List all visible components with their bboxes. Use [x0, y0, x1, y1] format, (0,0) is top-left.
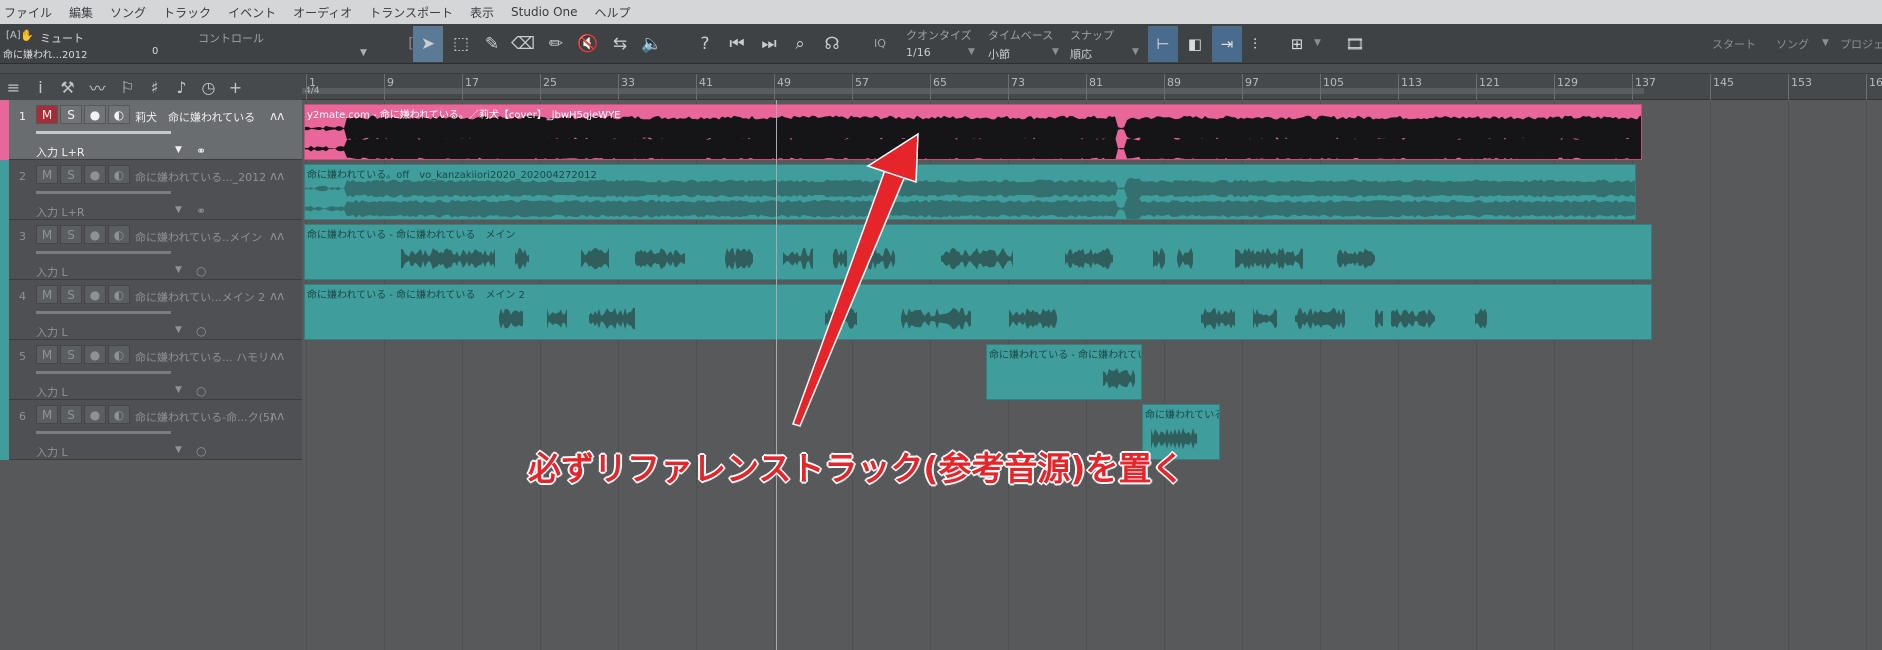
annotation-arrow	[792, 132, 919, 427]
annotation-text: 必ずリファレンストラック(参考音源)を置く	[528, 449, 1185, 488]
studio-one-window: ファイル 編集 ソング トラック イベント オーディオ トランスポート 表示 S…	[0, 0, 1882, 650]
